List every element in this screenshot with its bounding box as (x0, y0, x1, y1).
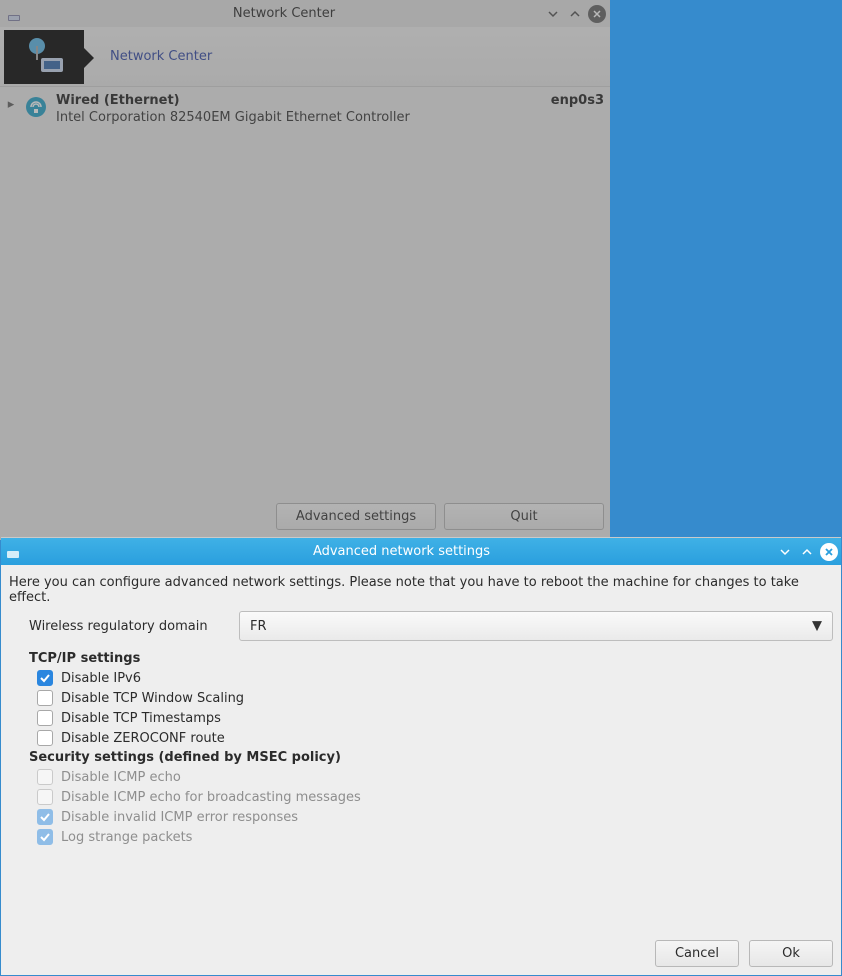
close-icon[interactable] (820, 543, 838, 561)
advanced-settings-button[interactable]: Advanced settings (276, 503, 436, 530)
minimize-icon[interactable] (544, 5, 562, 23)
network-center-window: Network Center Network Center ▸ Wired (E… (0, 0, 610, 540)
checkbox[interactable] (37, 670, 53, 686)
checkbox-label: Disable ICMP echo for broadcasting messa… (61, 790, 361, 805)
wireless-domain-value: FR (250, 619, 267, 634)
checkbox-row[interactable]: Disable TCP Window Scaling (37, 690, 833, 706)
titlebar: Network Center (0, 0, 610, 27)
checkbox (37, 809, 53, 825)
dialog-title: Advanced network settings (27, 544, 776, 559)
checkbox-row: Disable ICMP echo for broadcasting messa… (37, 789, 833, 805)
window-title: Network Center (24, 6, 544, 21)
quit-button[interactable]: Quit (444, 503, 604, 530)
checkbox-label: Disable TCP Window Scaling (61, 691, 244, 706)
checkbox-label: Disable IPv6 (61, 671, 141, 686)
checkbox-row[interactable]: Disable IPv6 (37, 670, 833, 686)
app-icon (6, 5, 24, 23)
app-icon (5, 543, 23, 561)
ethernet-icon (22, 93, 50, 121)
checkbox (37, 769, 53, 785)
cancel-button[interactable]: Cancel (655, 940, 739, 967)
checkbox[interactable] (37, 730, 53, 746)
expand-icon[interactable]: ▸ (6, 97, 16, 112)
checkbox-label: Disable invalid ICMP error responses (61, 810, 298, 825)
banner: Network Center (0, 27, 610, 87)
interfaces-list: ▸ Wired (Ethernet) Intel Corporation 825… (0, 87, 610, 131)
wireless-domain-select[interactable]: FR ▼ (239, 611, 833, 641)
interface-row[interactable]: ▸ Wired (Ethernet) Intel Corporation 825… (6, 91, 604, 127)
security-section-header: Security settings (defined by MSEC polic… (29, 750, 833, 765)
checkbox-label: Disable ZEROCONF route (61, 731, 225, 746)
tcpip-section-header: TCP/IP settings (29, 651, 833, 666)
checkbox-row: Log strange packets (37, 829, 833, 845)
checkbox-label: Disable TCP Timestamps (61, 711, 221, 726)
wireless-domain-label: Wireless regulatory domain (29, 619, 229, 634)
checkbox-label: Disable ICMP echo (61, 770, 181, 785)
maximize-icon[interactable] (566, 5, 584, 23)
checkbox[interactable] (37, 690, 53, 706)
network-center-link[interactable]: Network Center (110, 49, 212, 64)
checkbox (37, 829, 53, 845)
minimize-icon[interactable] (776, 543, 794, 561)
network-icon (4, 30, 84, 84)
interface-name: Wired (Ethernet) (56, 93, 545, 108)
checkbox-row[interactable]: Disable ZEROCONF route (37, 730, 833, 746)
checkbox (37, 789, 53, 805)
checkbox-row: Disable invalid ICMP error responses (37, 809, 833, 825)
close-icon[interactable] (588, 5, 606, 23)
ok-button[interactable]: Ok (749, 940, 833, 967)
interface-desc: Intel Corporation 82540EM Gigabit Ethern… (56, 110, 545, 125)
titlebar: Advanced network settings (1, 538, 841, 565)
checkbox-row: Disable ICMP echo (37, 769, 833, 785)
advanced-network-settings-dialog: Advanced network settings Here you can c… (1, 537, 841, 975)
checkbox[interactable] (37, 710, 53, 726)
checkbox-row[interactable]: Disable TCP Timestamps (37, 710, 833, 726)
interface-devname: enp0s3 (551, 93, 604, 108)
checkbox-label: Log strange packets (61, 830, 192, 845)
dropdown-icon: ▼ (812, 619, 822, 634)
maximize-icon[interactable] (798, 543, 816, 561)
dialog-intro-text: Here you can configure advanced network … (9, 575, 833, 605)
